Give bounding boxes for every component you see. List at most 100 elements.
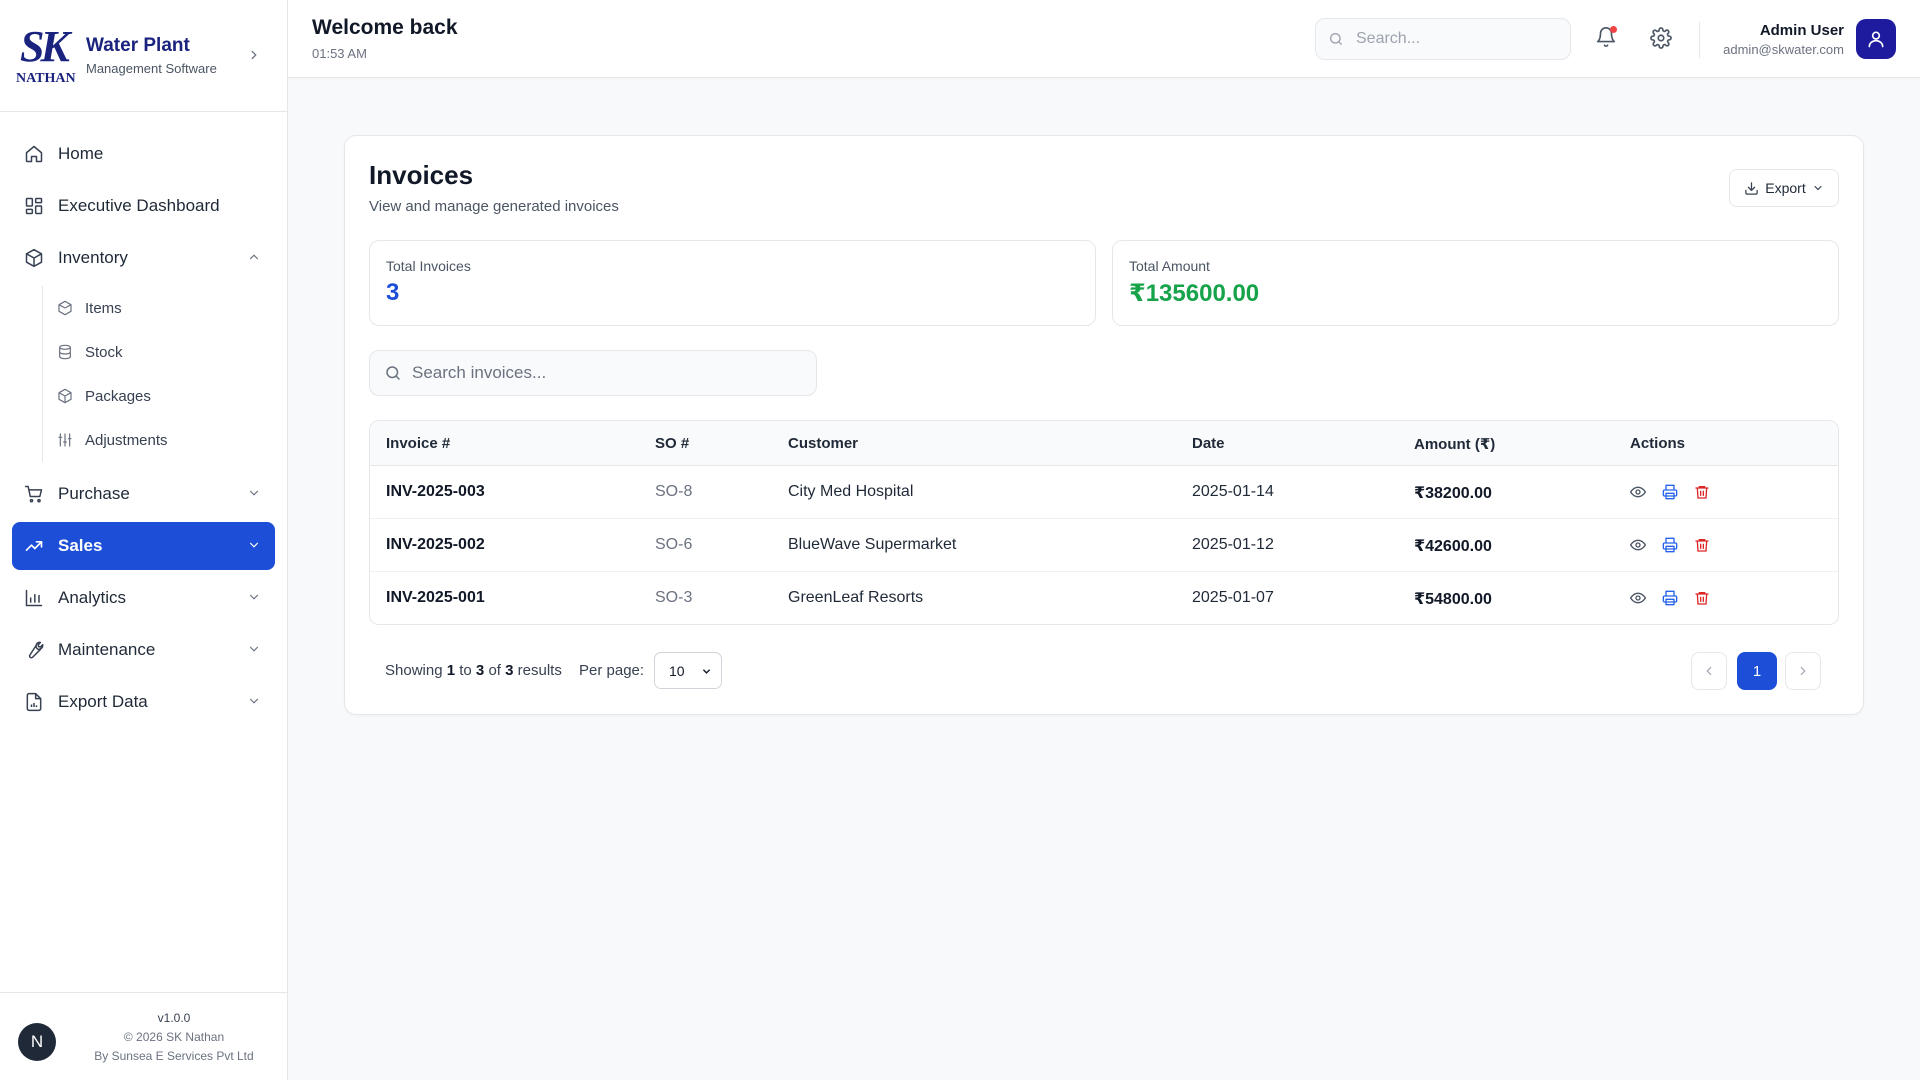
sidebar-item-label: Export Data bbox=[58, 692, 148, 711]
sidebar-item-label: Maintenance bbox=[58, 640, 156, 659]
column-header-customer[interactable]: Customer bbox=[788, 435, 858, 452]
per-page-label: Per page: bbox=[579, 662, 645, 679]
sidebar-item-maintenance[interactable]: Maintenance bbox=[12, 626, 275, 674]
sidebar-collapse-chevron-icon[interactable] bbox=[247, 48, 261, 62]
search-icon bbox=[384, 364, 402, 382]
customer-name: City Med Hospital bbox=[788, 483, 914, 500]
column-header-invoice[interactable]: Invoice # bbox=[386, 435, 450, 452]
row-actions bbox=[1630, 537, 1710, 553]
shopping-cart-icon bbox=[24, 484, 44, 504]
invoice-date: 2025-01-07 bbox=[1192, 589, 1274, 606]
invoice-search-input[interactable] bbox=[412, 363, 792, 383]
current-time: 01:53 AM bbox=[312, 46, 367, 61]
eye-icon[interactable] bbox=[1630, 484, 1646, 500]
user-avatar[interactable] bbox=[1856, 19, 1896, 59]
notification-dot bbox=[1610, 26, 1617, 33]
invoice-amount: ₹54800.00 bbox=[1414, 591, 1492, 608]
chevron-down-icon bbox=[1812, 182, 1824, 194]
sidebar-item-inventory[interactable]: Inventory bbox=[12, 234, 275, 282]
customer-name: GreenLeaf Resorts bbox=[788, 589, 924, 606]
chevron-up-icon bbox=[247, 250, 261, 264]
sidebar-subitem-items[interactable]: Items bbox=[57, 286, 287, 330]
welcome-title: Welcome back bbox=[312, 16, 458, 39]
per-page-select[interactable]: 10 bbox=[654, 652, 722, 689]
invoice-number: INV-2025-001 bbox=[386, 589, 485, 606]
dashboard-grid-icon bbox=[24, 196, 44, 216]
top-header: Welcome back 01:53 AM Admin User admin@s… bbox=[288, 0, 1920, 78]
global-search[interactable] bbox=[1315, 18, 1571, 60]
so-number: SO-6 bbox=[655, 536, 693, 553]
printer-icon[interactable] bbox=[1662, 537, 1678, 553]
sidebar-item-label: Sales bbox=[58, 536, 103, 555]
column-header-amount[interactable]: Amount (₹) bbox=[1414, 435, 1495, 453]
stat-value: ₹135600.00 bbox=[1129, 280, 1260, 307]
sidebar-item-export-data[interactable]: Export Data bbox=[12, 678, 275, 726]
sidebar-item-analytics[interactable]: Analytics bbox=[12, 574, 275, 622]
sidebar-item-executive-dashboard[interactable]: Executive Dashboard bbox=[12, 182, 275, 230]
stat-total-amount: Total Amount ₹135600.00 bbox=[1112, 240, 1839, 326]
database-icon bbox=[57, 344, 73, 360]
sliders-icon bbox=[57, 432, 73, 448]
header-divider bbox=[1699, 22, 1700, 58]
table-row[interactable]: INV-2025-002 SO-6 BlueWave Supermarket 2… bbox=[370, 519, 1838, 572]
sidebar-item-label: Home bbox=[58, 144, 104, 163]
items-icon bbox=[57, 300, 73, 316]
user-icon bbox=[1866, 29, 1886, 49]
next-page-button[interactable] bbox=[1785, 652, 1821, 690]
user-name: Admin User bbox=[1759, 22, 1844, 39]
eye-icon[interactable] bbox=[1630, 590, 1646, 606]
bar-chart-icon bbox=[24, 588, 44, 608]
sidebar-subitem-packages[interactable]: Packages bbox=[57, 374, 287, 418]
stat-label: Total Invoices bbox=[386, 258, 471, 274]
per-page-value: 10 bbox=[669, 662, 685, 679]
printer-icon[interactable] bbox=[1662, 484, 1678, 500]
chevron-down-icon bbox=[247, 642, 261, 656]
brand-header[interactable]: SK NATHAN Water Plant Management Softwar… bbox=[0, 0, 287, 112]
sidebar-item-home[interactable]: Home bbox=[12, 130, 275, 178]
chevron-down-icon bbox=[247, 486, 261, 500]
column-header-so[interactable]: SO # bbox=[655, 435, 689, 452]
page-button-current[interactable]: 1 bbox=[1737, 652, 1777, 690]
printer-icon[interactable] bbox=[1662, 590, 1678, 606]
wrench-icon bbox=[24, 640, 44, 660]
copyright-text: © 2026 SK Nathan bbox=[123, 1030, 225, 1044]
sidebar-item-sales[interactable]: Sales bbox=[12, 522, 275, 570]
export-button[interactable]: Export bbox=[1729, 169, 1839, 207]
column-header-date[interactable]: Date bbox=[1192, 435, 1225, 452]
trending-up-icon bbox=[24, 536, 44, 556]
trash-icon[interactable] bbox=[1694, 484, 1710, 500]
invoice-amount: ₹38200.00 bbox=[1414, 485, 1492, 502]
sidebar-item-label: Executive Dashboard bbox=[58, 196, 220, 215]
chevron-down-icon bbox=[247, 538, 261, 552]
trash-icon[interactable] bbox=[1694, 537, 1710, 553]
eye-icon[interactable] bbox=[1630, 537, 1646, 553]
pagination-summary: Showing 1 to 3 of 3 results bbox=[385, 662, 562, 679]
table-row[interactable]: INV-2025-001 SO-3 GreenLeaf Resorts 2025… bbox=[370, 572, 1838, 624]
sidebar-footer: N v1.0.0 © 2026 SK Nathan By Sunsea E Se… bbox=[0, 992, 288, 1080]
page-title: Invoices bbox=[369, 160, 474, 190]
notifications-bell-icon[interactable] bbox=[1595, 26, 1617, 48]
previous-page-button[interactable] bbox=[1691, 652, 1727, 690]
row-actions bbox=[1630, 590, 1710, 606]
invoices-card: Invoices View and manage generated invoi… bbox=[344, 135, 1864, 715]
sidebar-item-purchase[interactable]: Purchase bbox=[12, 470, 275, 518]
footer-avatar[interactable]: N bbox=[18, 1023, 56, 1061]
so-number: SO-3 bbox=[655, 589, 693, 606]
sidebar: SK NATHAN Water Plant Management Softwar… bbox=[0, 0, 288, 1080]
sidebar-subitem-adjustments[interactable]: Adjustments bbox=[57, 418, 287, 462]
settings-gear-icon[interactable] bbox=[1650, 27, 1672, 49]
sidebar-subitem-stock[interactable]: Stock bbox=[57, 330, 287, 374]
row-actions bbox=[1630, 484, 1710, 500]
page-subtitle: View and manage generated invoices bbox=[369, 198, 619, 215]
trash-icon[interactable] bbox=[1694, 590, 1710, 606]
box-icon bbox=[57, 388, 73, 404]
table-row[interactable]: INV-2025-003 SO-8 City Med Hospital 2025… bbox=[370, 466, 1838, 519]
brand-subtitle: Management Software bbox=[86, 61, 217, 76]
global-search-input[interactable] bbox=[1356, 30, 1556, 48]
so-number: SO-8 bbox=[655, 483, 693, 500]
invoice-number: INV-2025-002 bbox=[386, 536, 485, 553]
invoice-search[interactable] bbox=[369, 350, 817, 396]
company-credit: By Sunsea E Services Pvt Ltd bbox=[94, 1049, 254, 1063]
invoices-table: Invoice # SO # Customer Date Amount (₹) … bbox=[369, 420, 1839, 625]
app-version: v1.0.0 bbox=[157, 1011, 191, 1025]
